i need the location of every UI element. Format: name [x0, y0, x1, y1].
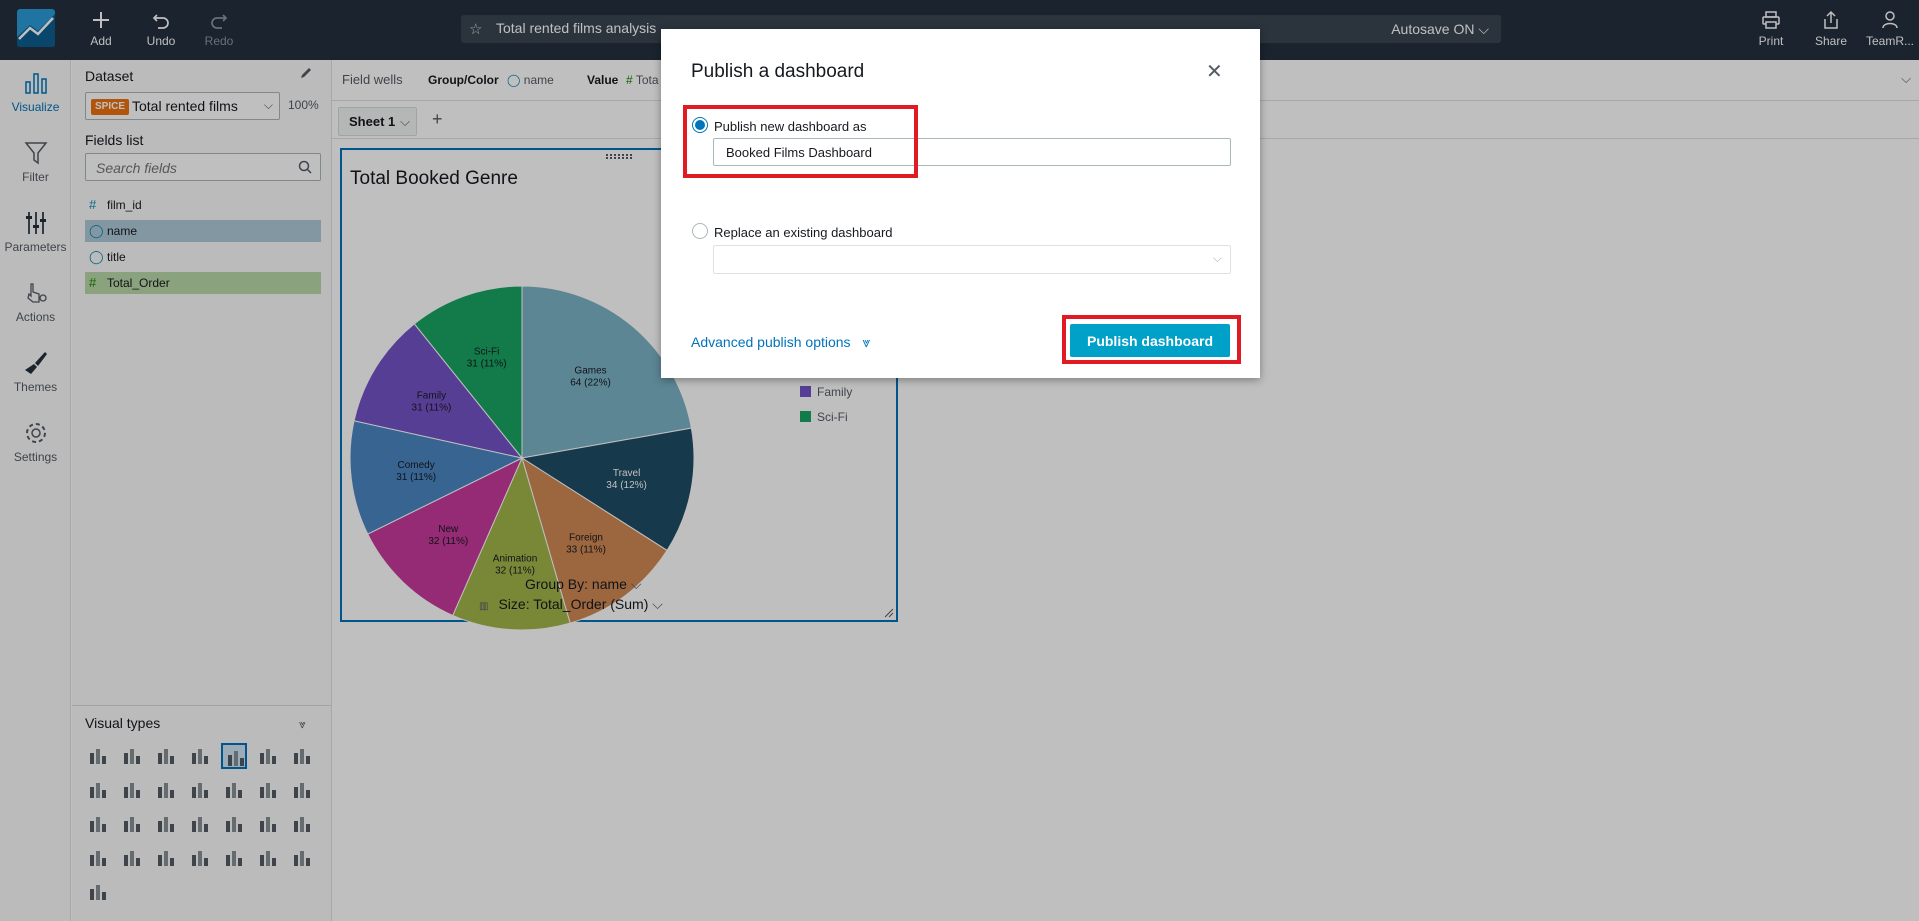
replace-existing-radio[interactable]	[692, 223, 708, 239]
quicksight-app: Add Undo Redo ☆ Total rented films analy…	[0, 0, 1919, 921]
advanced-publish-options-link[interactable]: Advanced publish options ⩔	[691, 334, 870, 351]
highlight-publish-new	[683, 105, 918, 178]
double-chevron-down-icon: ⩔	[862, 334, 871, 350]
existing-dashboard-select[interactable]: ⌵	[713, 245, 1231, 274]
dialog-title: Publish a dashboard	[691, 61, 865, 82]
close-icon[interactable]: ✕	[1206, 59, 1223, 84]
replace-existing-label[interactable]: Replace an existing dashboard	[714, 225, 893, 240]
chevron-down-icon: ⌵	[1212, 251, 1222, 265]
highlight-publish-button	[1062, 315, 1241, 364]
advanced-options-label: Advanced publish options	[691, 334, 851, 350]
